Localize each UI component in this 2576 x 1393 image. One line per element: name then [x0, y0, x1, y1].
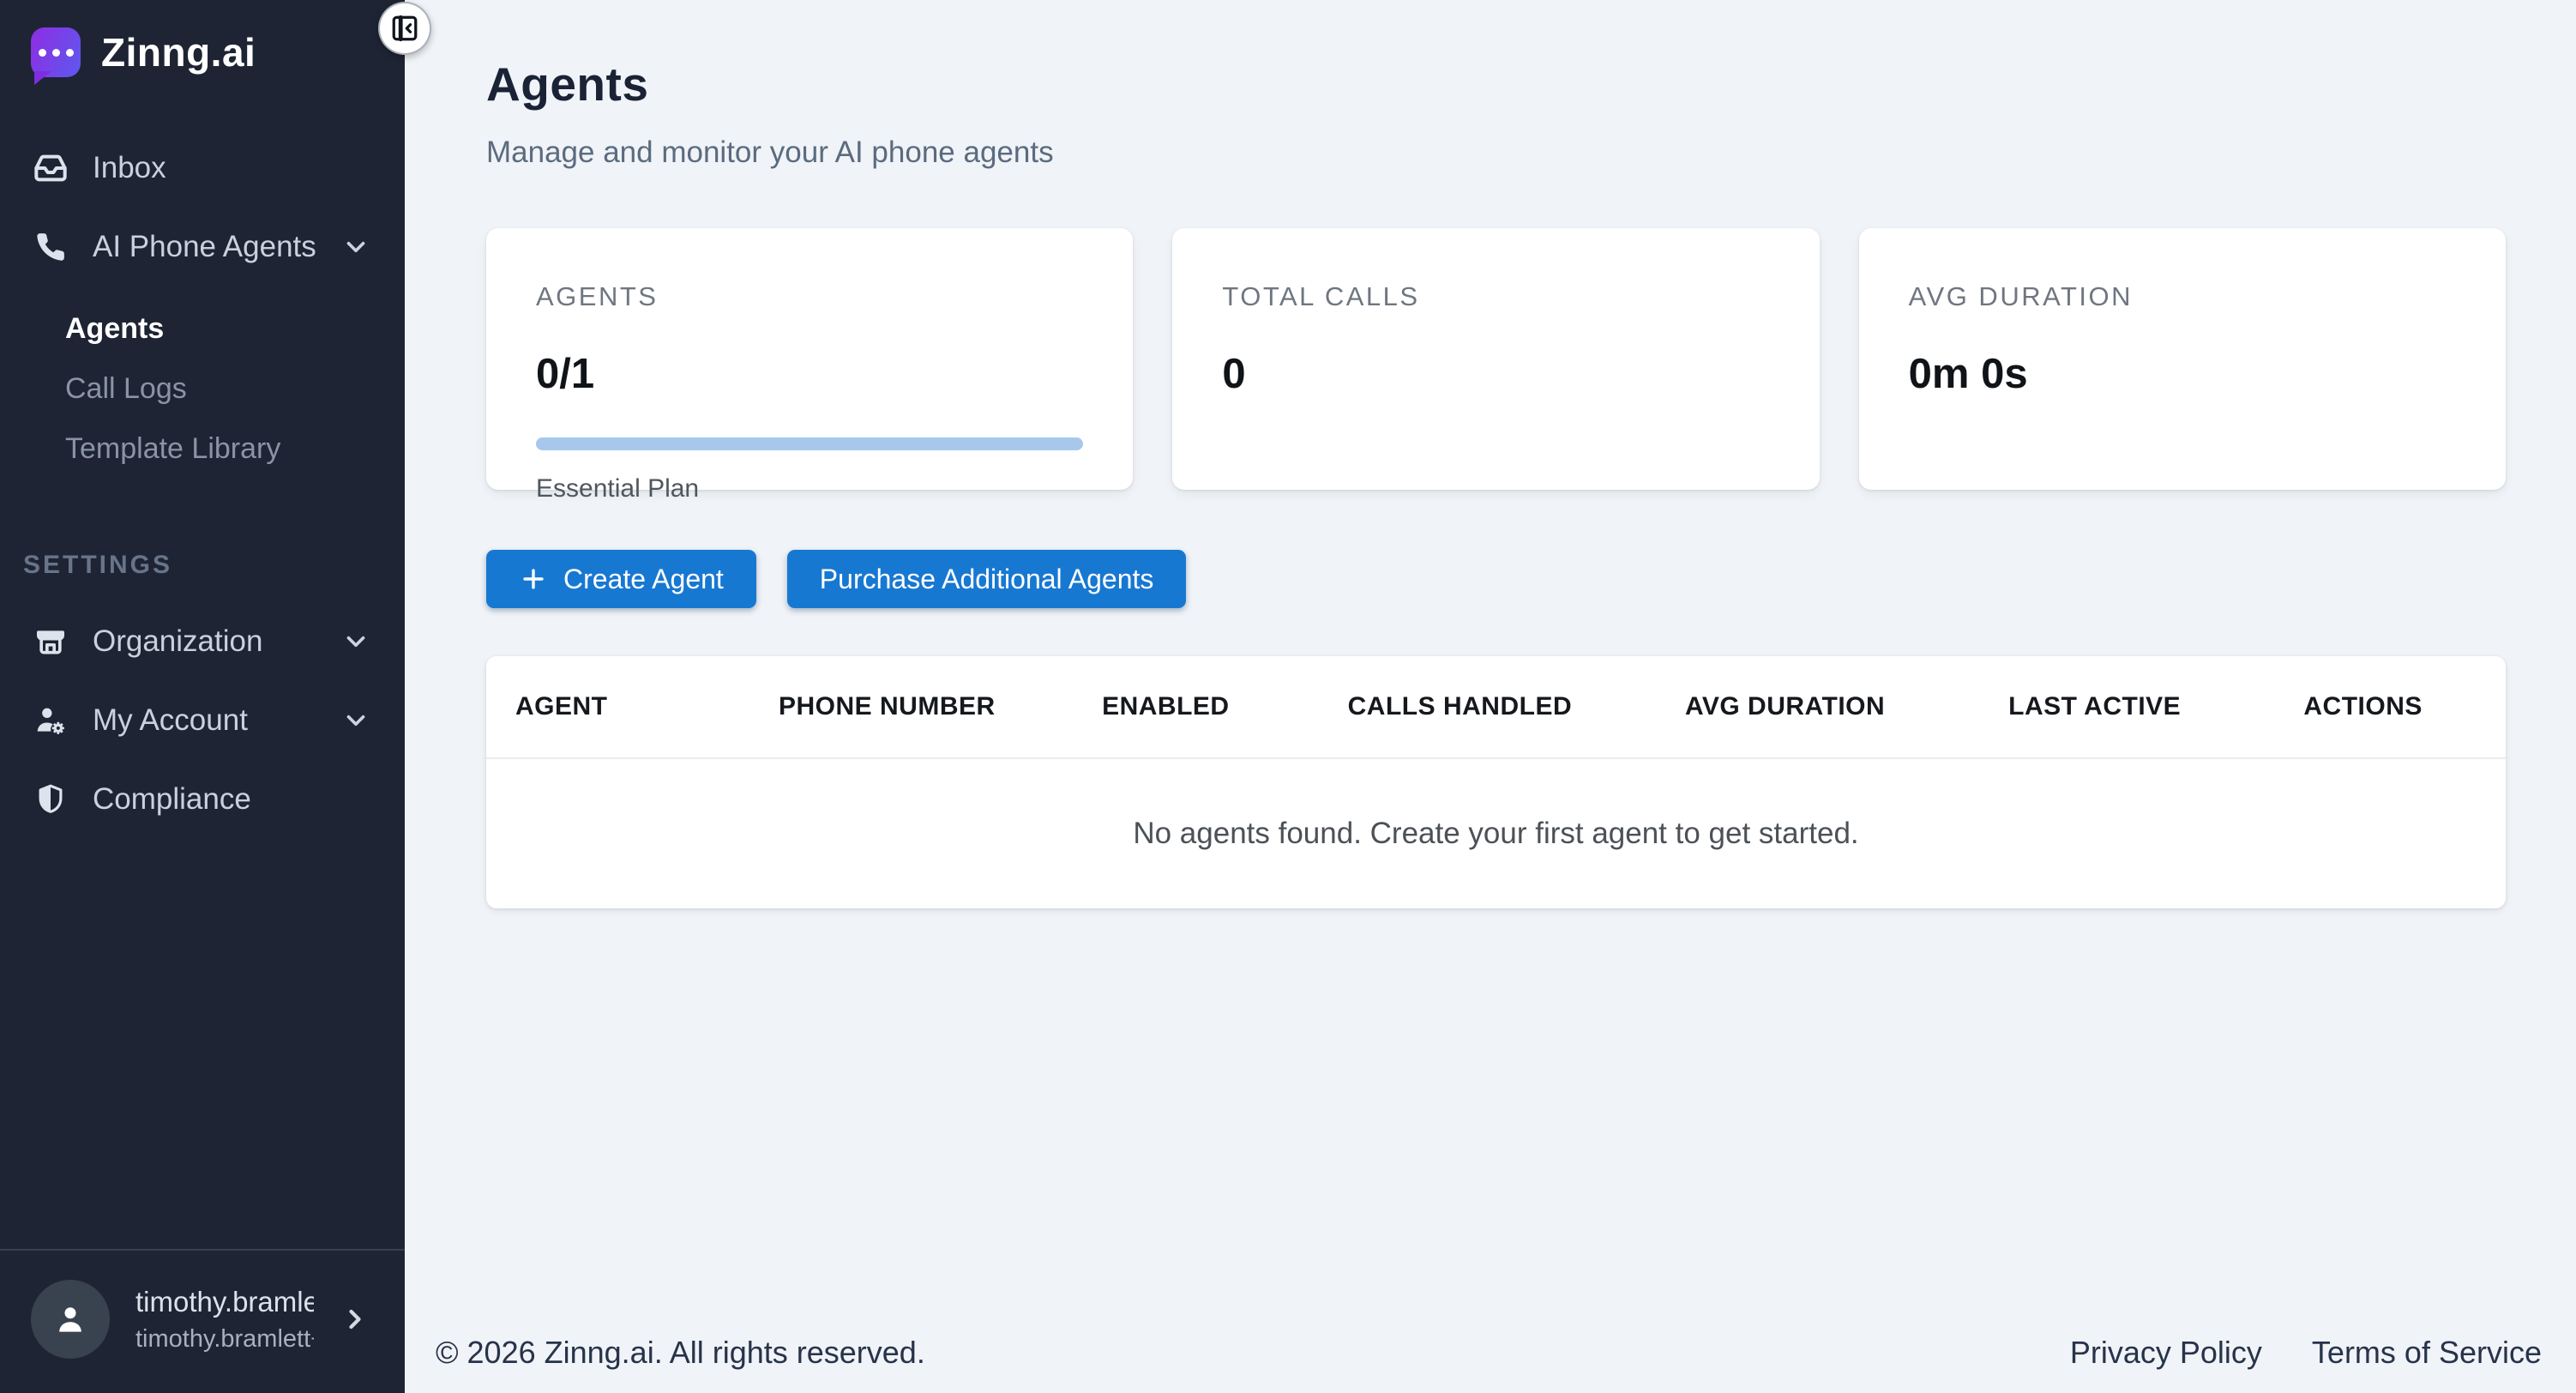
- create-agent-button[interactable]: Create Agent: [486, 550, 756, 608]
- inbox-icon: [33, 151, 69, 185]
- logo: Zinng.ai: [0, 0, 405, 86]
- shield-icon: [33, 783, 69, 816]
- sidebar-item-agents[interactable]: Agents: [0, 298, 405, 359]
- agents-table: AGENT PHONE NUMBER ENABLED CALLS HANDLED…: [486, 656, 2506, 908]
- stat-card-agents: AGENTS 0/1 Essential Plan: [486, 228, 1133, 490]
- create-agent-label: Create Agent: [563, 564, 724, 595]
- sidebar-item-my-account[interactable]: My Account: [0, 681, 405, 760]
- privacy-policy-link[interactable]: Privacy Policy: [2070, 1335, 2262, 1371]
- sidebar-spacer: [0, 839, 405, 1249]
- person-icon: [51, 1300, 90, 1339]
- column-header-actions: ACTIONS: [2249, 692, 2477, 721]
- sidebar-item-ai-phone-agents[interactable]: AI Phone Agents: [0, 208, 405, 286]
- sidebar-nav: Inbox AI Phone Agents Agents Call Logs T…: [0, 129, 405, 839]
- stat-label: AGENTS: [536, 281, 1083, 312]
- sidebar: Zinng.ai Inbox AI Phone Agents Agents: [0, 0, 405, 1393]
- sidebar-item-template-library[interactable]: Template Library: [0, 419, 405, 479]
- stat-card-total-calls: TOTAL CALLS 0: [1172, 228, 1819, 490]
- sidebar-collapse-button[interactable]: [378, 2, 431, 55]
- agents-usage-progress-bar: [536, 437, 1083, 450]
- logo-dot: [39, 49, 46, 57]
- panel-left-close-icon: [390, 14, 419, 43]
- user-info: timothy.bramlett+ess... timothy.bramlett…: [135, 1286, 314, 1354]
- terms-of-service-link[interactable]: Terms of Service: [2312, 1335, 2542, 1371]
- column-header-last-active: LAST ACTIVE: [1940, 692, 2249, 721]
- phone-icon: [33, 231, 69, 263]
- user-email: timothy.bramlett+essential-: [135, 1325, 314, 1354]
- user-gear-icon: [33, 703, 69, 738]
- sidebar-item-inbox[interactable]: Inbox: [0, 129, 405, 208]
- sidebar-item-compliance[interactable]: Compliance: [0, 760, 405, 839]
- sidebar-item-label: Inbox: [93, 151, 166, 185]
- user-account-button[interactable]: timothy.bramlett+ess... timothy.bramlett…: [0, 1249, 405, 1393]
- chevron-down-icon: [341, 232, 370, 262]
- stat-label: TOTAL CALLS: [1222, 281, 1769, 312]
- stat-card-avg-duration: AVG DURATION 0m 0s: [1859, 228, 2506, 490]
- content-area: Agents Manage and monitor your AI phone …: [405, 57, 2576, 908]
- sidebar-item-label: My Account: [93, 703, 248, 738]
- page-subtitle: Manage and monitor your AI phone agents: [486, 136, 2506, 170]
- stats-row: AGENTS 0/1 Essential Plan TOTAL CALLS 0 …: [486, 228, 2506, 490]
- stat-value: 0/1: [536, 350, 1083, 398]
- settings-section-label: SETTINGS: [23, 551, 405, 580]
- column-header-avg-duration: AVG DURATION: [1630, 692, 1940, 721]
- app-window: Zinng.ai Inbox AI Phone Agents Agents: [0, 0, 2576, 1393]
- chevron-right-icon: [340, 1304, 370, 1335]
- plan-name: Essential Plan: [536, 474, 1083, 504]
- copyright-text: © 2026 Zinng.ai. All rights reserved.: [436, 1335, 925, 1371]
- column-header-calls-handled: CALLS HANDLED: [1290, 692, 1630, 721]
- user-name: timothy.bramlett+ess...: [135, 1286, 314, 1318]
- footer: © 2026 Zinng.ai. All rights reserved. Pr…: [405, 1335, 2576, 1393]
- purchase-additional-agents-button[interactable]: Purchase Additional Agents: [787, 550, 1187, 608]
- footer-links: Privacy Policy Terms of Service: [2070, 1335, 2542, 1371]
- chevron-down-icon: [341, 706, 370, 735]
- app-name: Zinng.ai: [101, 29, 256, 75]
- logo-dot: [52, 49, 60, 57]
- sidebar-subnav: Agents Call Logs Template Library: [0, 286, 405, 485]
- main-content: Agents Manage and monitor your AI phone …: [405, 0, 2576, 1393]
- storefront-icon: [33, 624, 69, 659]
- chevron-down-icon: [341, 627, 370, 656]
- sidebar-item-label: Compliance: [93, 782, 251, 817]
- column-header-enabled: ENABLED: [1042, 692, 1290, 721]
- sidebar-item-label: Organization: [93, 624, 262, 659]
- sidebar-item-call-logs[interactable]: Call Logs: [0, 359, 405, 419]
- actions-row: Create Agent Purchase Additional Agents: [486, 550, 2506, 608]
- column-header-phone-number: PHONE NUMBER: [732, 692, 1042, 721]
- logo-dot: [66, 49, 74, 57]
- column-header-agent: AGENT: [515, 692, 732, 721]
- chat-bubble-logo-icon: [31, 27, 81, 77]
- avatar: [31, 1280, 110, 1359]
- table-header-row: AGENT PHONE NUMBER ENABLED CALLS HANDLED…: [486, 656, 2506, 759]
- sidebar-item-label: AI Phone Agents: [93, 230, 316, 264]
- purchase-agents-label: Purchase Additional Agents: [820, 564, 1154, 595]
- page-title: Agents: [486, 57, 2506, 112]
- empty-state-message: No agents found. Create your first agent…: [486, 759, 2506, 908]
- plus-icon: [519, 564, 548, 594]
- stat-value: 0m 0s: [1909, 350, 2456, 398]
- stat-value: 0: [1222, 350, 1769, 398]
- sidebar-item-organization[interactable]: Organization: [0, 602, 405, 681]
- stat-label: AVG DURATION: [1909, 281, 2456, 312]
